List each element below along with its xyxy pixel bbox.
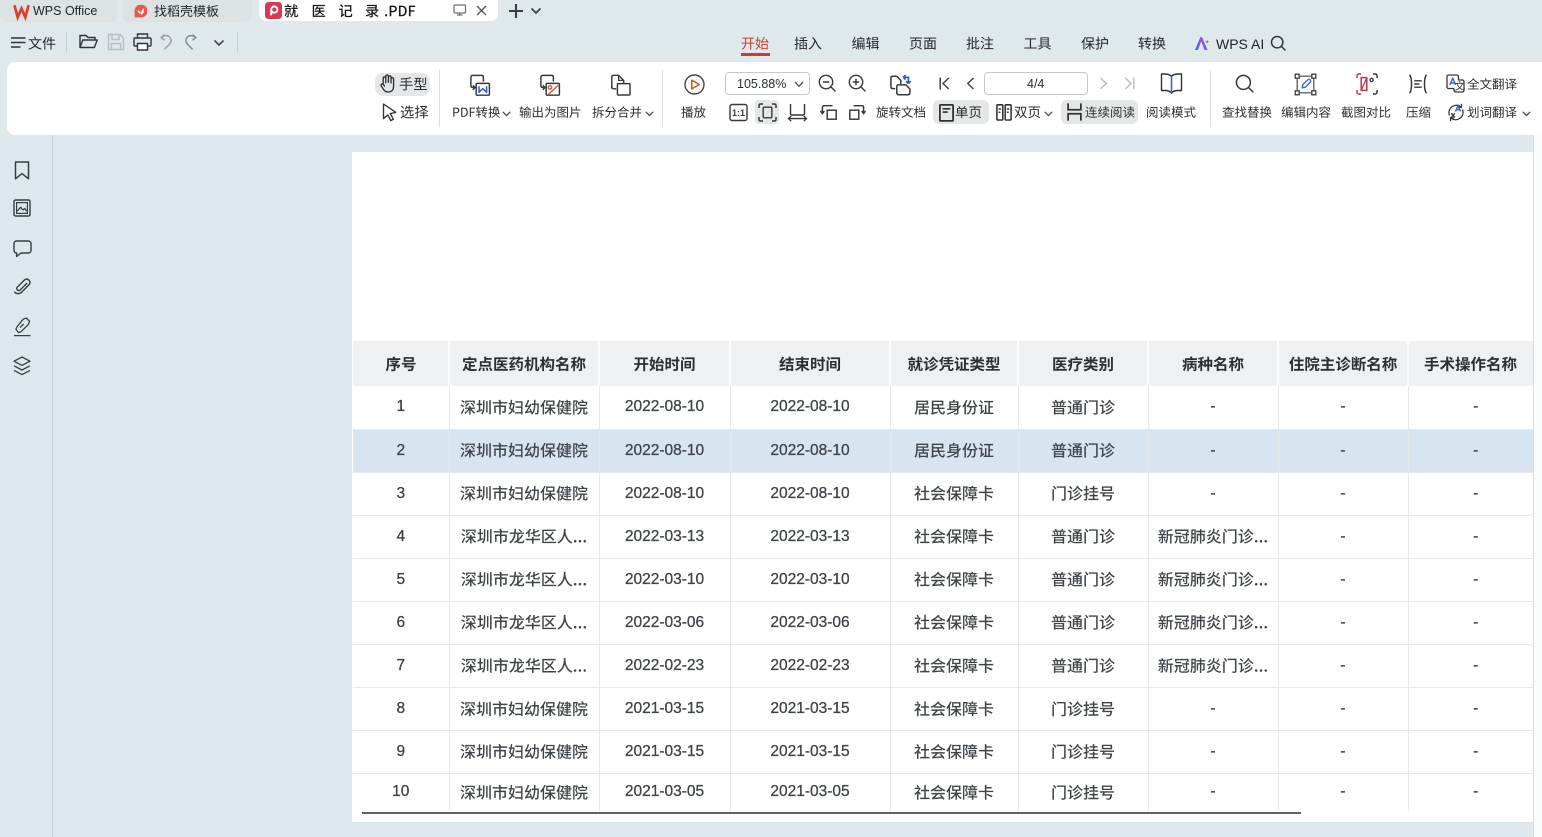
svg-text:1:1: 1:1: [732, 108, 745, 118]
